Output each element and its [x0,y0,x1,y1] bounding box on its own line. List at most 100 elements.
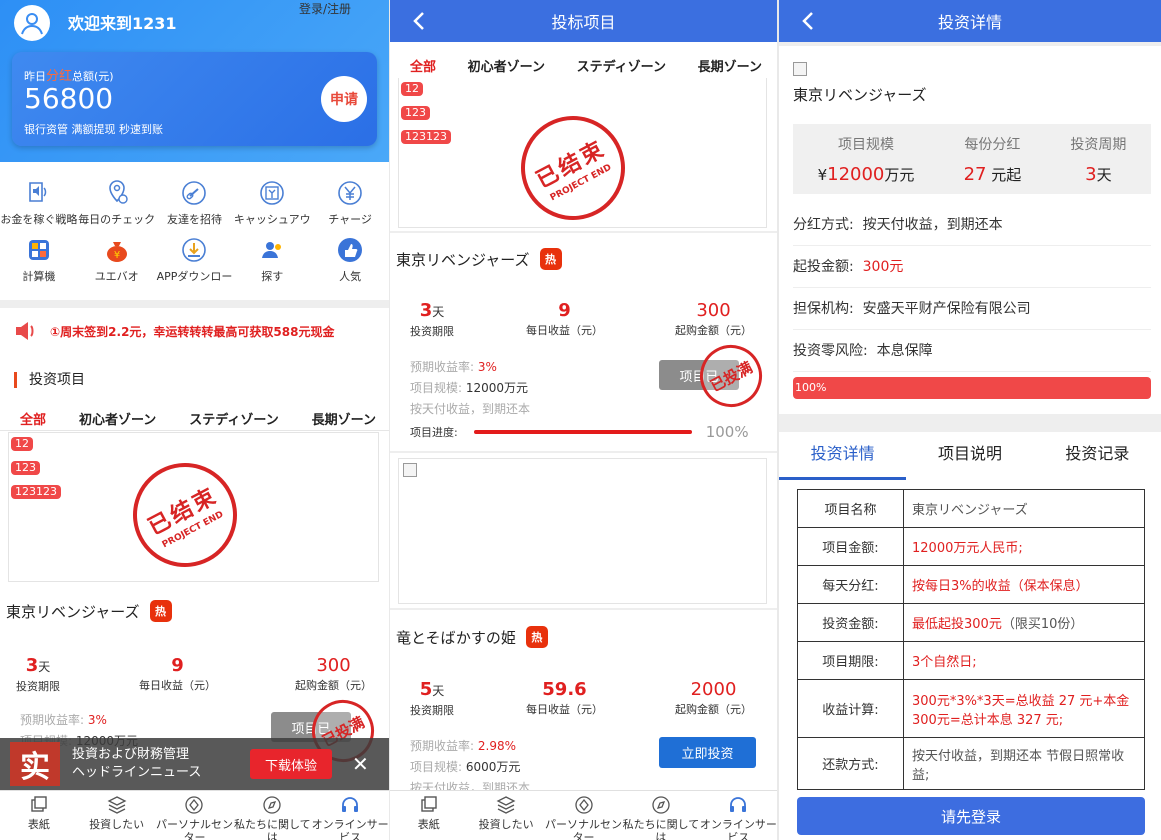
tabbar-item[interactable]: パーソナルセンター [545,791,622,840]
table-key: 每天分红: [797,565,904,604]
tab-beginner[interactable]: 初心者ゾーン [79,409,156,428]
info-label: 分红方式: [793,217,854,233]
app-logo: 实 [10,742,60,786]
page-title: 投资详情 [937,13,1002,32]
speaker-icon [16,322,34,340]
daily-stat: 9 毎日收益（元） [139,655,216,694]
tab-long-term[interactable]: 長期ゾーン [698,56,762,75]
table-value: 3个自然日; [912,655,977,670]
table-value: 300元*3%*3天=总收益 27 元+本金300元=总计本息 327 元; [912,693,1130,728]
grid-item-label: ユエバオ [94,270,139,283]
scale-label: 项目规模: [410,381,463,395]
tabbar-label: 表紙 [417,818,440,831]
grid-item[interactable]: キャッシュアウ [233,178,311,227]
tabbar-item[interactable]: オンラインサービス [700,791,777,840]
tabbar-item[interactable]: オンラインサービス [311,791,389,840]
tab-all[interactable]: 全部 [20,409,46,428]
banner-line: ヘッドラインニュース [72,765,202,780]
project-stats: 3天 投资期限 9 毎日收益（元） 300 起购金额（元） [16,655,372,694]
login-first-button[interactable]: 请先登录 [797,797,1145,835]
checkin-icon [102,178,132,208]
scale-value: 6000万元 [465,760,521,774]
login-register-link[interactable]: 登录/注册 [299,0,351,17]
grid-item[interactable]: 友達を招待 [156,178,234,227]
tab-steady[interactable]: ステディゾーン [577,56,666,75]
daily-stat: 59.6 每日收益（元） [526,679,603,718]
info-row: 分红方式: 按天付收益，到期还本 [793,204,1151,246]
grid-item[interactable]: 毎日のチェック [78,178,156,227]
grid-item-label: チャージ [328,213,372,226]
info-row: 起投金额: 300元 [793,246,1151,288]
project-name-text: 竜とそばかすの姫 [396,628,516,647]
dividend-subtitle: 银行资管 满额提现 秒速到账 [24,123,163,136]
period-unit: 天 [432,305,445,319]
dividend-amount: 56800 [24,82,114,115]
project-name[interactable]: 東京リベンジャーズ 热 [396,248,562,270]
tabbar-item[interactable]: 私たちに関しては [233,791,311,840]
tabbar-item[interactable]: 投資したい [78,791,156,840]
scale-summary: 项目规模 ¥12000万元 [818,134,915,185]
grid-item[interactable]: 計算機 [0,235,78,284]
download-button[interactable]: 下载体验 [250,749,332,779]
min-label: 起购金额（元） [295,679,372,692]
table-row: 每天分红: 按每日3%的收益（保本保息） [797,565,1145,604]
thumb-up-icon [335,235,365,265]
close-icon[interactable]: ✕ [352,752,369,776]
project-tag: 12 [11,437,33,451]
grid-item[interactable]: チャージ [311,178,389,227]
project-image[interactable]: 12 123 123123 已结束 PROJECT END [398,78,767,228]
notice-bar[interactable]: ①周末签到2.2元，幸运转转转最高可获取588元现金 [14,320,384,342]
grid-item[interactable]: 探す [233,235,311,284]
period-summary: 投资周期 3天 [1070,134,1126,185]
tabbar-item[interactable]: 表紙 [390,791,467,840]
table-key: 投资金额: [797,603,904,642]
min-value: 300 [316,655,351,676]
tab-invest-records[interactable]: 投资记录 [1034,432,1161,480]
tab-invest-detail[interactable]: 投资详情 [779,432,907,480]
table-value-cell: 按天付收益，到期还本 节假日照常收益; [903,737,1145,790]
table-key: 项目期限: [797,641,904,680]
rate-value: 3% [477,360,497,374]
hot-badge: 热 [525,626,548,648]
tab-steady[interactable]: ステディゾーン [189,409,278,428]
tab-project-description[interactable]: 项目说明 [906,432,1033,480]
tabbar-item[interactable]: 私たちに関しては [622,791,699,840]
tab-all[interactable]: 全部 [410,56,436,75]
tabbar-label: 投資したい [89,818,145,831]
period-unit: 天 [38,660,51,674]
table-value-cell: 東京リベンジャーズ [903,489,1145,528]
tab-long-term[interactable]: 長期ゾーン [312,409,376,428]
currency-symbol: ¥ [817,165,828,184]
scale-value: 12000 [827,163,885,185]
grid-item[interactable]: 人気 [311,235,389,284]
avatar[interactable] [14,5,50,41]
speaker-book-icon [24,178,54,208]
period-stat: 3天 投资期限 [410,300,454,339]
project-meta: 预期收益率: 3% 项目规模: 12000万元 按天付收益，到期还本 [410,357,530,420]
grid-item[interactable]: APPダウンロー [156,235,234,284]
daily-value: 9 [558,300,571,321]
back-icon[interactable] [801,10,815,36]
grid-item-label: 毎日のチェック [78,213,156,226]
summary-box: 项目规模 ¥12000万元 每份分红 27 元起 投资周期 3天 [793,124,1151,194]
project-name[interactable]: 東京リベンジャーズ 热 [6,600,172,622]
project-image[interactable]: 12 123 123123 已结束 PROJECT END [8,432,379,582]
top-bar: 投资详情 [779,0,1161,42]
grid-item[interactable]: ¥ ユエバオ [78,235,156,284]
period-value: 3 [419,300,433,321]
project-header: 東京リベンジャーズ [793,62,1155,105]
section-title: 投资项目 [14,372,85,388]
back-icon[interactable] [412,10,426,36]
tab-beginner[interactable]: 初心者ゾーン [468,56,545,75]
apply-button[interactable]: 申请 [321,76,367,122]
project-image[interactable] [398,458,767,604]
invest-now-button[interactable]: 立即投资 [659,737,756,768]
progress-row: 项目进度: 100% [410,423,756,441]
project-name[interactable]: 竜とそばかすの姫 热 [396,626,548,648]
grid-item[interactable]: お金を稼ぐ戦略 [0,178,78,227]
tabbar-item[interactable]: 表紙 [0,791,78,840]
tabbar-item[interactable]: 投資したい [467,791,544,840]
tabbar-item[interactable]: パーソナルセンター [156,791,234,840]
calculator-icon [24,235,54,265]
tabbar-label: パーソナルセンター [155,818,233,840]
